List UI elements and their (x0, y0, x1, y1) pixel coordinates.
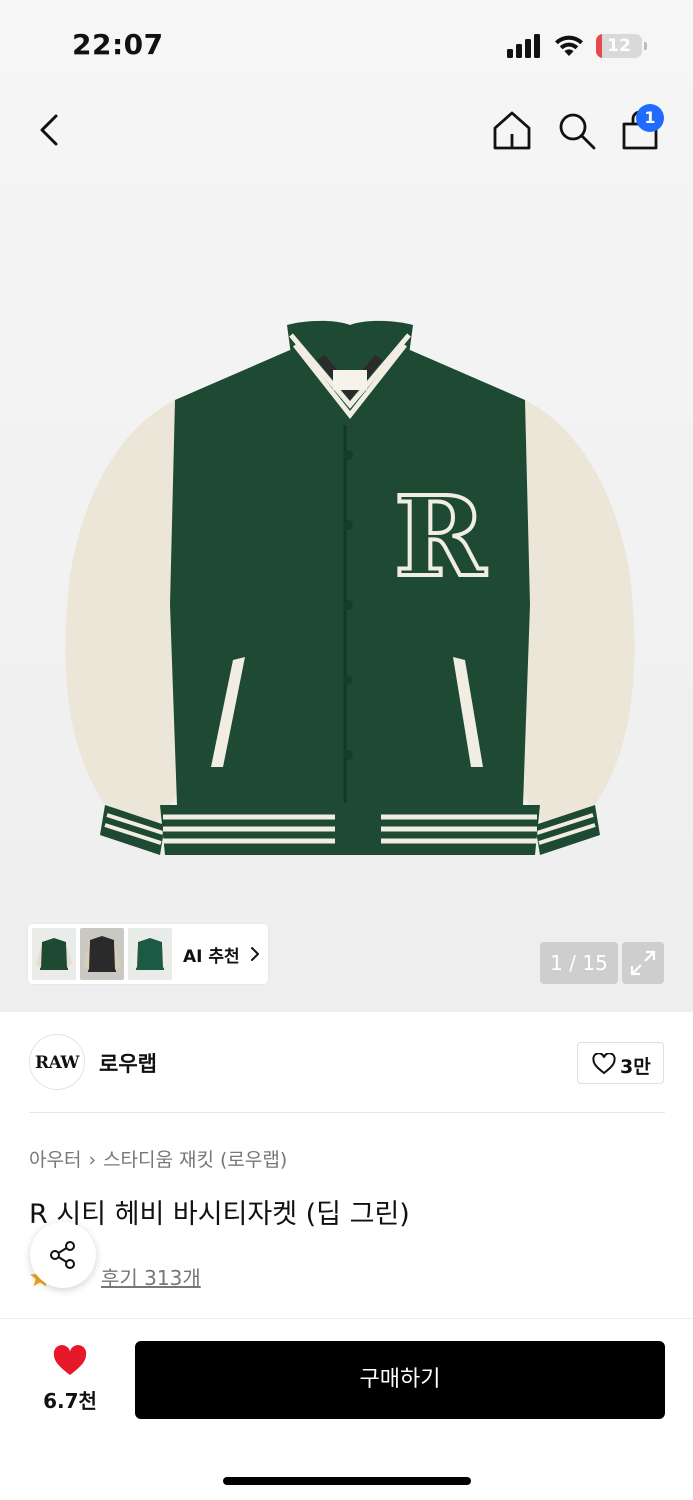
brand-row: RAW 로우랩 3만 (0, 1012, 693, 1112)
battery-icon: 12 (596, 34, 648, 58)
share-icon (50, 1241, 75, 1269)
signal-icon (507, 34, 540, 58)
brand-logo[interactable]: RAW (29, 1034, 85, 1090)
chevron-right-icon: › (88, 1149, 97, 1171)
expand-button[interactable] (622, 942, 664, 984)
expand-icon (630, 950, 656, 976)
breadcrumb-category[interactable]: 아우터 (29, 1149, 81, 1171)
home-indicator (223, 1477, 471, 1485)
heart-filled-icon[interactable] (52, 1345, 88, 1377)
heart-outline-icon (592, 1053, 616, 1075)
buy-button[interactable]: 구매하기 (135, 1341, 665, 1419)
favorite-count: 6.7천 (43, 1389, 97, 1413)
svg-text:R: R (394, 472, 487, 601)
cart-count-badge: 1 (636, 104, 664, 132)
brand-name[interactable]: 로우랩 (99, 1048, 157, 1078)
status-bar: 22:07 12 (0, 0, 693, 90)
brand-like-count: 3만 (620, 1056, 651, 1078)
search-icon[interactable] (554, 108, 598, 152)
image-page-counter: 1 / 15 (540, 942, 618, 984)
wifi-icon (555, 35, 583, 56)
brand-like-button[interactable]: 3만 (577, 1042, 664, 1084)
divider (29, 1112, 665, 1113)
top-navigation (0, 90, 693, 170)
status-time: 22:07 (72, 28, 164, 61)
thumbnail-3[interactable] (128, 928, 172, 980)
review-link[interactable]: 후기 313개 (101, 1262, 201, 1291)
ai-recommend-label: AI 추천 (183, 947, 240, 967)
bottom-action-bar: 6.7천 구매하기 (0, 1318, 693, 1500)
home-icon[interactable] (490, 108, 534, 152)
thumbnail-1[interactable] (32, 928, 76, 980)
product-image-jacket[interactable]: R (55, 305, 645, 885)
share-button[interactable] (30, 1222, 96, 1288)
chevron-left-icon[interactable] (30, 108, 70, 152)
chevron-right-icon (251, 947, 259, 961)
battery-level: 12 (607, 36, 631, 56)
breadcrumb-subcategory[interactable]: 스타디움 재킷 (로우랩) (103, 1149, 287, 1171)
thumbnail-2[interactable] (80, 928, 124, 980)
breadcrumb: 아우터 › 스타디움 재킷 (로우랩) (29, 1145, 287, 1172)
ai-recommend-strip[interactable]: AI 추천 (28, 924, 268, 984)
product-title: R 시티 헤비 바시티자켓 (딥 그린) (29, 1199, 410, 1230)
